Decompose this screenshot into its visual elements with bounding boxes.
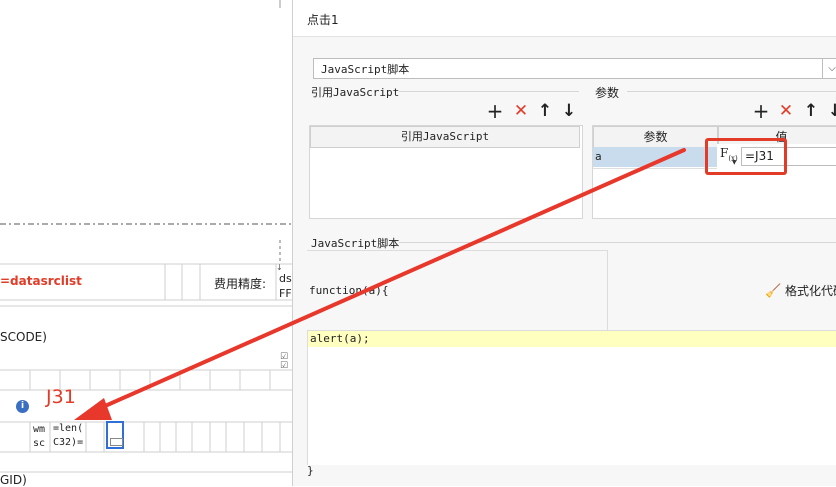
- script-section-divider: [399, 242, 836, 243]
- format-code-button[interactable]: 🧹 格式化代码: [765, 282, 836, 300]
- fee-cut-text-1: ds: [279, 272, 292, 285]
- format-code-label: 格式化代码: [785, 284, 836, 298]
- ref-js-section-label: 引用JavaScript: [311, 86, 400, 99]
- cell-formula-line1: =len(: [53, 423, 84, 434]
- highlight-box: [705, 138, 787, 175]
- cell-reference-label: J31: [46, 386, 76, 408]
- cell-wm: wm: [33, 424, 46, 435]
- info-icon[interactable]: i: [16, 400, 29, 413]
- cell-input-box: [110, 438, 123, 446]
- chevron-down-icon[interactable]: ⌵: [822, 59, 836, 78]
- fee-precision-label: 费用精度:: [214, 277, 267, 291]
- datasrc-formula: =datasrclist: [0, 274, 82, 288]
- script-section-label: JavaScript脚本: [311, 237, 400, 250]
- scode-fragment: SCODE): [0, 330, 47, 344]
- move-down-param-button[interactable]: ↓: [825, 101, 836, 121]
- type-select[interactable]: JavaScript脚本 ⌵: [313, 58, 836, 79]
- spreadsheet-grid: [0, 0, 300, 473]
- param-row-divider: [593, 168, 717, 169]
- event-dialog: 点击1 JavaScript脚本 ⌵ 引用JavaScript + ✕ ↑ ↓ …: [292, 0, 836, 486]
- param-name-column-header[interactable]: 参数: [593, 126, 718, 148]
- function-closing-brace: }: [307, 464, 314, 477]
- add-param-button[interactable]: +: [751, 101, 771, 121]
- gid-fragment: GID): [0, 473, 27, 487]
- function-header-box: function(a){: [307, 250, 608, 331]
- ref-js-column-header[interactable]: 引用JavaScript: [310, 126, 580, 148]
- params-section-label: 参数: [595, 86, 620, 100]
- cell-sc: sc: [33, 438, 46, 449]
- ref-js-table: 引用JavaScript: [309, 125, 583, 219]
- delete-ref-button[interactable]: ✕: [511, 101, 531, 121]
- move-down-ref-button[interactable]: ↓: [559, 101, 579, 121]
- dialog-title: 点击1: [307, 13, 339, 27]
- script-code-editor[interactable]: alert(a);: [307, 330, 836, 465]
- function-header-text: function(a){: [309, 284, 389, 297]
- type-select-value: JavaScript脚本: [321, 63, 410, 76]
- param-name-cell: a: [595, 150, 602, 163]
- add-ref-button[interactable]: +: [485, 101, 505, 121]
- params-section-divider: [627, 91, 836, 92]
- move-up-param-button[interactable]: ↑: [801, 101, 821, 121]
- move-up-ref-button[interactable]: ↑: [535, 101, 555, 121]
- ref-js-section-divider: [399, 91, 579, 92]
- fee-dropdown-arrow[interactable]: ↓: [276, 263, 283, 272]
- dialog-titlebar: 点击1: [293, 0, 836, 37]
- broom-icon: 🧹: [765, 284, 782, 299]
- code-line-1: alert(a);: [308, 331, 836, 347]
- fee-cut-text-2: FF: [279, 287, 292, 300]
- cell-formula-line2: C32)=: [53, 437, 84, 448]
- param-row-selected[interactable]: a: [593, 147, 717, 167]
- delete-param-button[interactable]: ✕: [776, 101, 796, 121]
- checkbox-icon: ☑: [280, 361, 289, 371]
